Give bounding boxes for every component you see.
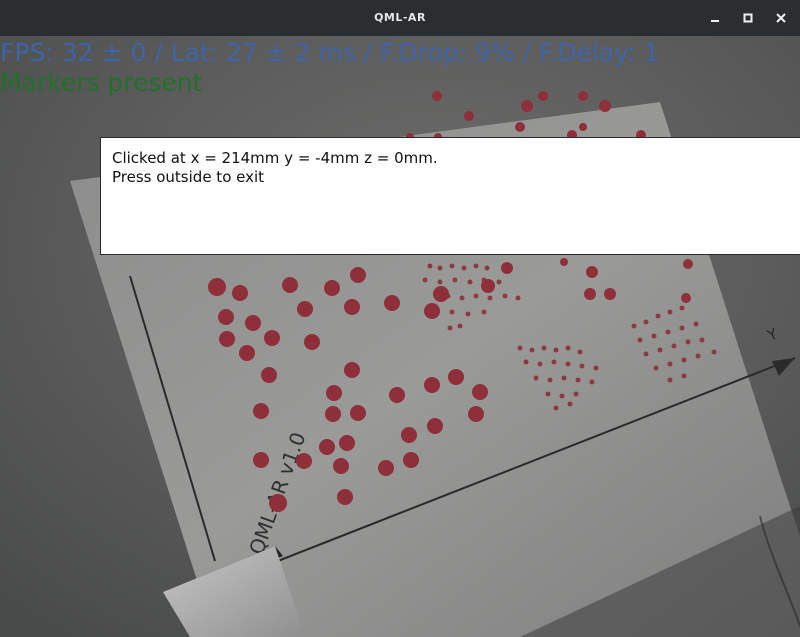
exit-hint-text: Press outside to exit — [112, 168, 265, 186]
app-window: QML-AR Y QML-AR v1.0 FPS: 32 ± 0 / Lat: … — [0, 0, 800, 637]
camera-feed: Y QML-AR v1.0 — [0, 36, 800, 637]
maximize-button[interactable] — [736, 6, 760, 30]
click-info-dialog[interactable]: Clicked at x = 214mm y = -4mm z = 0mm. P… — [100, 137, 800, 255]
close-icon — [775, 12, 787, 24]
minimize-button[interactable] — [703, 6, 727, 30]
title-bar[interactable]: QML-AR — [0, 0, 800, 36]
fps-stats: FPS: 32 ± 0 / Lat: 27 ± 2 ms / F.Drop: 9… — [0, 38, 660, 67]
click-coordinates-text: Clicked at x = 214mm y = -4mm z = 0mm. — [112, 149, 438, 167]
ar-viewport[interactable]: Y QML-AR v1.0 FPS: 32 ± 0 / Lat: 27 ± 2 … — [0, 36, 800, 637]
markers-status: Markers present — [0, 68, 203, 97]
maximize-icon — [742, 12, 754, 24]
window-title: QML-AR — [374, 11, 426, 24]
close-button[interactable] — [769, 6, 793, 30]
minimize-icon — [709, 12, 721, 24]
